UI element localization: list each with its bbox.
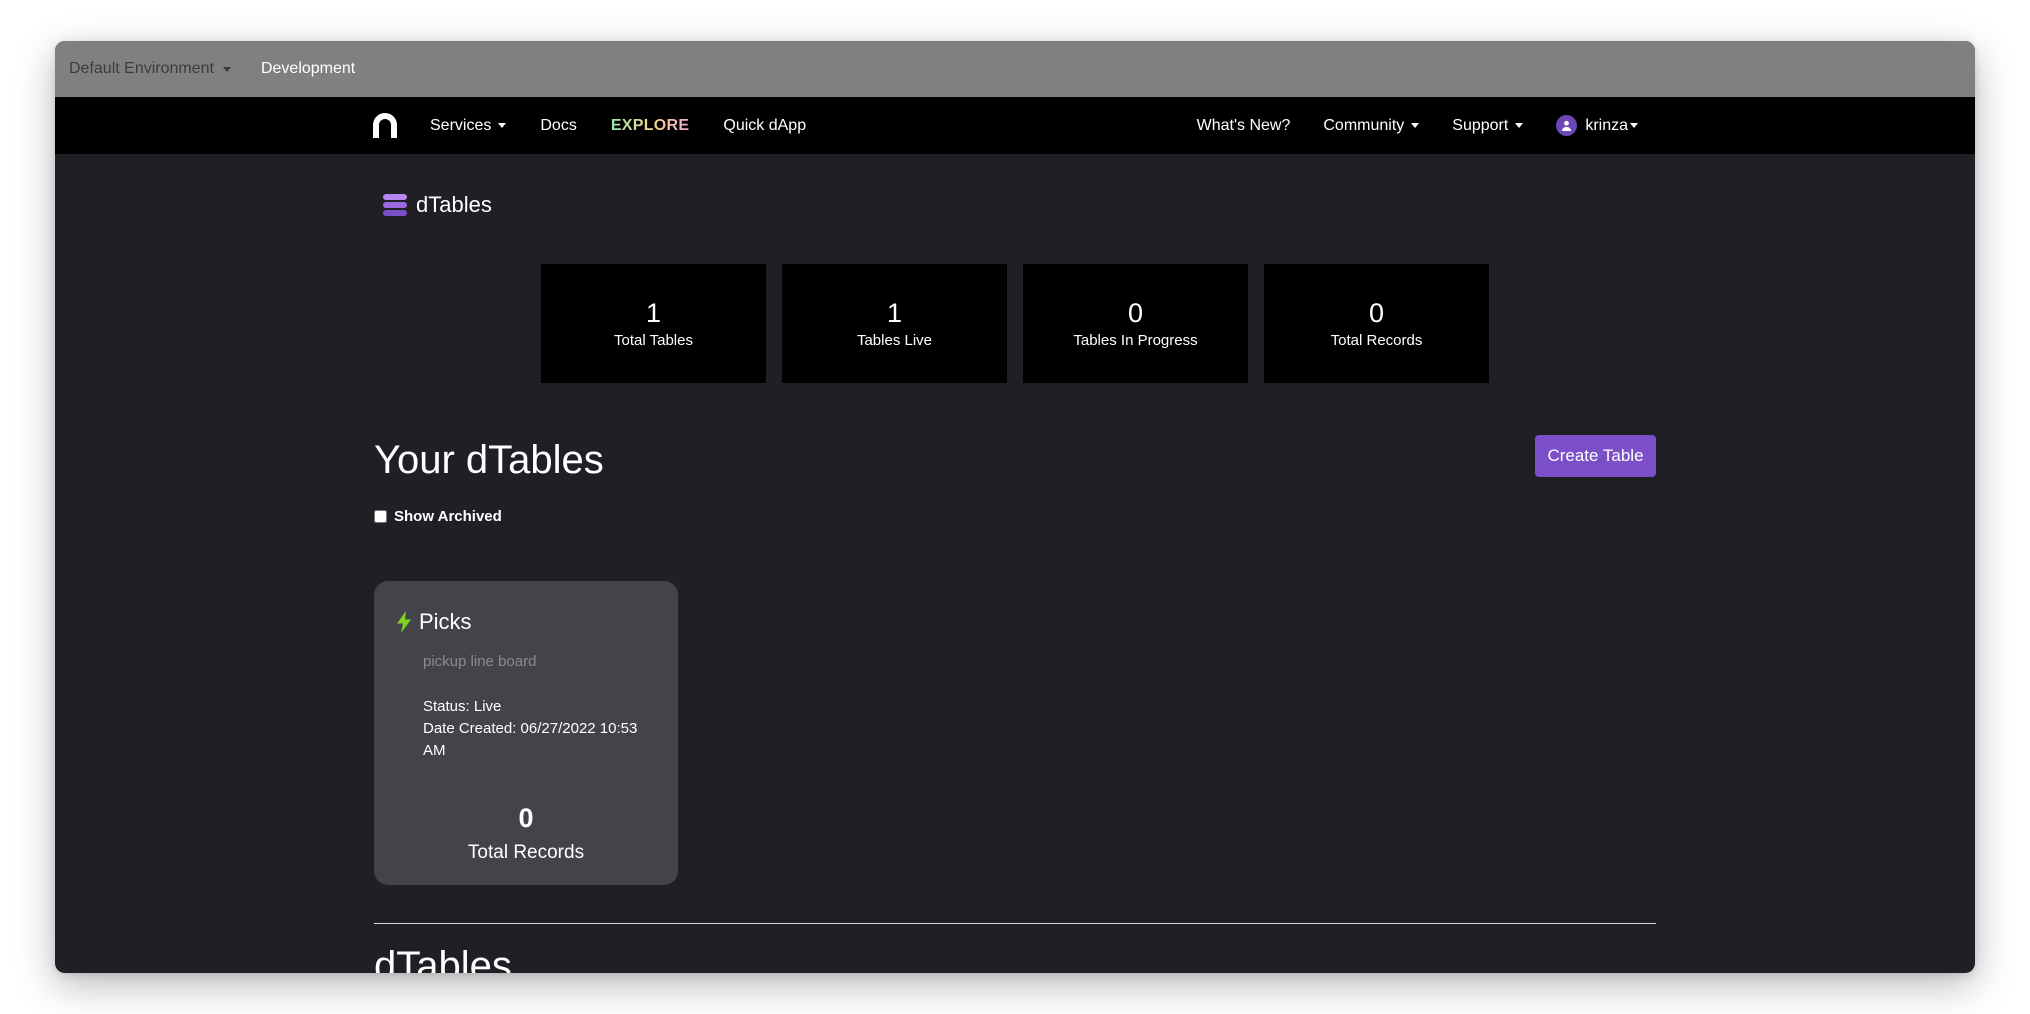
database-icon — [383, 194, 407, 216]
stat-value: 0 — [1127, 298, 1144, 328]
stat-card-total-records: 0 Total Records — [1264, 264, 1489, 383]
table-card[interactable]: Picks pickup line board Status: Live Dat… — [374, 581, 678, 885]
table-meta: Status: Live Date Created: 06/27/2022 10… — [423, 696, 643, 762]
app-logo-icon[interactable] — [370, 110, 400, 140]
stat-card-total-tables: 1 Total Tables — [541, 264, 766, 383]
nav-community-label: Community — [1323, 116, 1405, 134]
create-table-button[interactable]: Create Table — [1535, 435, 1656, 477]
nav-docs[interactable]: Docs — [540, 117, 576, 135]
main-content: dTables 1 Total Tables 1 Tables Live 0 T… — [55, 154, 1975, 973]
environment-dropdown[interactable]: Default Environment — [69, 60, 231, 78]
user-menu[interactable]: krinza — [1556, 115, 1638, 136]
stat-label: Tables Live — [856, 332, 933, 349]
nav-support-label: Support — [1452, 116, 1509, 134]
stat-card-tables-live: 1 Tables Live — [782, 264, 1007, 383]
table-records-label: Total Records — [467, 842, 585, 863]
user-avatar-icon — [1556, 115, 1578, 136]
user-name: krinza — [1585, 116, 1628, 134]
stat-label: Total Tables — [614, 332, 693, 349]
table-records-count: 0 — [518, 803, 534, 833]
chevron-down-icon — [498, 123, 507, 128]
chevron-down-icon — [1630, 123, 1638, 128]
stat-label: Total Records — [1330, 332, 1423, 349]
nav-explore[interactable]: EXPLORE — [611, 117, 690, 135]
show-archived-toggle[interactable]: Show Archived — [374, 508, 502, 525]
stat-value: 1 — [886, 298, 903, 328]
table-name: Picks — [419, 609, 472, 634]
chevron-down-icon — [1411, 123, 1420, 128]
section-divider — [374, 923, 1656, 924]
nav-support[interactable]: Support — [1452, 116, 1524, 135]
show-archived-checkbox[interactable] — [374, 510, 387, 523]
app-window: Default Environment Development Services… — [55, 41, 1975, 973]
nav-community[interactable]: Community — [1323, 116, 1420, 135]
environment-bar: Default Environment Development — [55, 41, 1975, 97]
table-status: Status: Live — [423, 698, 502, 715]
show-archived-label: Show Archived — [394, 508, 502, 525]
page-title: dTables — [416, 192, 492, 217]
page-header: dTables — [383, 192, 492, 218]
nav-whats-new[interactable]: What's New? — [1197, 117, 1291, 135]
section-title: Your dTables — [374, 438, 604, 482]
stat-value: 0 — [1368, 298, 1385, 328]
table-date-created: Date Created: 06/27/2022 10:53 AM — [423, 720, 638, 759]
table-description: pickup line board — [423, 653, 537, 670]
nav-quick-dapp[interactable]: Quick dApp — [723, 117, 806, 135]
nav-services[interactable]: Services — [430, 116, 507, 135]
stat-value: 1 — [645, 298, 662, 328]
nav-services-label: Services — [430, 116, 492, 134]
lightning-bolt-icon — [397, 611, 411, 633]
table-card-header: Picks — [397, 609, 472, 635]
stat-card-tables-in-progress: 0 Tables In Progress — [1023, 264, 1248, 383]
environment-label: Default Environment — [69, 60, 214, 77]
stats-row: 1 Total Tables 1 Tables Live 0 Tables In… — [541, 264, 1489, 383]
active-environment[interactable]: Development — [261, 60, 355, 78]
stat-label: Tables In Progress — [1073, 332, 1198, 349]
bottom-section-title: dTables — [374, 944, 512, 973]
chevron-down-icon — [1515, 123, 1524, 128]
top-navbar: Services Docs EXPLORE Quick dApp What's … — [55, 97, 1975, 154]
chevron-down-icon — [222, 66, 231, 72]
